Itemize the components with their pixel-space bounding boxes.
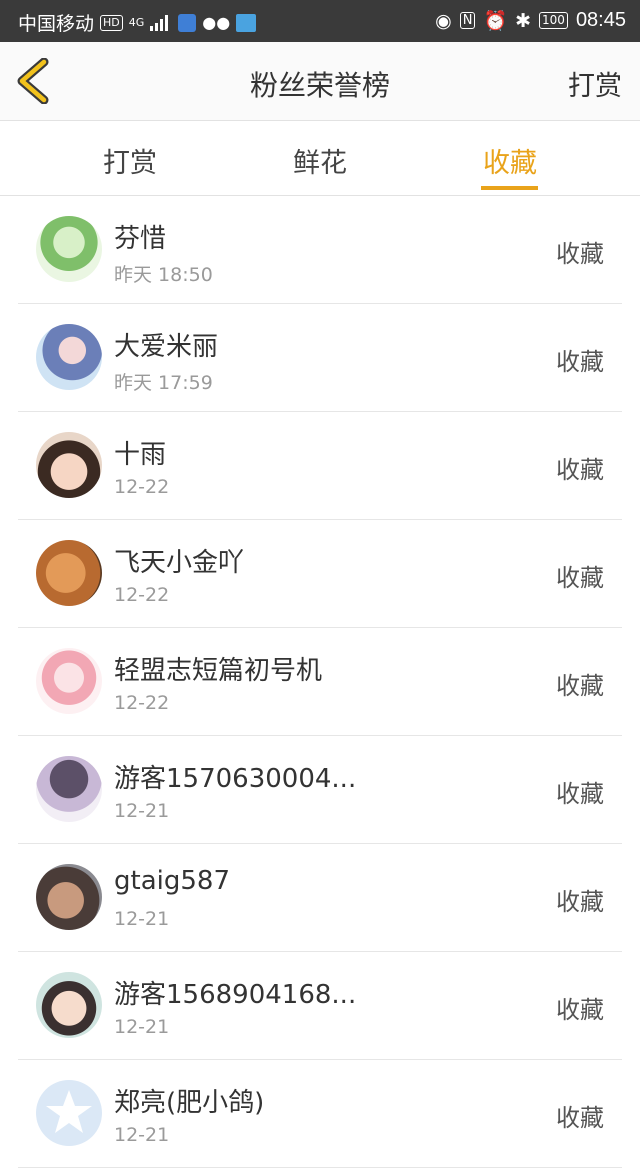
avatar: [36, 324, 102, 390]
user-name: 轻盟志短篇初号机: [114, 656, 323, 686]
active-tab-indicator: [481, 186, 538, 190]
avatar: [36, 864, 102, 930]
timestamp: 12-22: [114, 584, 170, 606]
app-header: 粉丝荣誉榜 打赏: [0, 42, 640, 121]
timestamp: 12-22: [114, 692, 170, 714]
clock: 08:45: [575, 9, 626, 31]
list-item[interactable]: 飞天小金吖 12-22 收藏: [18, 520, 622, 628]
user-name: 飞天小金吖: [114, 548, 245, 578]
signal-icon: [150, 14, 172, 31]
list-item[interactable]: 郑亮(肥小鸽) 12-21 收藏: [18, 1060, 622, 1168]
list-item[interactable]: 芬惜 昨天 18:50 收藏: [18, 196, 622, 304]
status-bar: 中国移动 HD 4G ●● ◉ N ⏰ ✱ 100 08:45: [0, 0, 640, 42]
battery-indicator: 100: [539, 12, 568, 29]
action-label: 收藏: [556, 564, 604, 592]
shield-icon: [178, 13, 197, 32]
timestamp: 12-21: [114, 800, 170, 822]
hd-badge: HD: [100, 14, 123, 31]
timestamp: 12-21: [114, 1016, 170, 1038]
tab-favorites[interactable]: 收藏: [450, 141, 570, 180]
avatar: [36, 540, 102, 606]
wechat-icon: ●●: [202, 13, 231, 32]
timestamp: 12-21: [114, 1124, 170, 1146]
timestamp: 12-21: [114, 908, 170, 930]
avatar: [36, 756, 102, 822]
timestamp: 昨天 18:50: [114, 264, 213, 286]
user-name: 芬惜: [114, 224, 167, 254]
user-name: 大爱米丽: [114, 332, 219, 362]
list-item[interactable]: 轻盟志短篇初号机 12-22 收藏: [18, 628, 622, 736]
timestamp: 12-22: [114, 476, 170, 498]
list-item[interactable]: gtaig587 12-21 收藏: [18, 844, 622, 952]
avatar: [36, 216, 102, 282]
tab-reward[interactable]: 打赏: [70, 141, 190, 180]
avatar: [36, 432, 102, 498]
network-type: 4G: [128, 16, 145, 29]
default-avatar-icon: [46, 1090, 92, 1133]
action-label: 收藏: [556, 240, 604, 268]
action-label: 收藏: [556, 456, 604, 484]
alarm-icon: ⏰: [483, 10, 508, 32]
tab-flowers[interactable]: 鲜花: [260, 141, 380, 180]
list-item[interactable]: 大爱米丽 昨天 17:59 收藏: [18, 304, 622, 412]
app-notification-icon: [236, 13, 257, 32]
user-name: 郑亮(肥小鸽): [114, 1088, 265, 1118]
avatar: [36, 972, 102, 1038]
avatar: [36, 648, 102, 714]
eye-icon: ◉: [435, 9, 452, 32]
page-title: 粉丝荣誉榜: [249, 69, 390, 102]
timestamp: 昨天 17:59: [114, 372, 213, 394]
user-name: 游客1568904168...: [114, 980, 357, 1010]
avatar: [36, 1080, 102, 1146]
fan-list: 芬惜 昨天 18:50 收藏 大爱米丽 昨天 17:59 收藏 十雨 12-22…: [0, 196, 640, 1168]
action-label: 收藏: [556, 996, 604, 1024]
tab-bar: 打赏 鲜花 收藏: [0, 121, 640, 196]
bluetooth-icon: ✱: [515, 9, 532, 32]
user-name: 十雨: [114, 440, 167, 470]
action-label: 收藏: [556, 888, 604, 916]
user-name: 游客1570630004...: [114, 764, 357, 794]
action-label: 收藏: [556, 1104, 604, 1132]
reward-button[interactable]: 打赏: [568, 64, 622, 103]
carrier-label: 中国移动: [18, 13, 95, 35]
list-item[interactable]: 游客1570630004... 12-21 收藏: [18, 736, 622, 844]
list-item[interactable]: 十雨 12-22 收藏: [18, 412, 622, 520]
action-label: 收藏: [556, 348, 604, 376]
list-item[interactable]: 游客1568904168... 12-21 收藏: [18, 952, 622, 1060]
action-label: 收藏: [556, 780, 604, 808]
nfc-icon: N: [459, 12, 476, 29]
user-name: gtaig587: [114, 866, 230, 896]
action-label: 收藏: [556, 672, 604, 700]
